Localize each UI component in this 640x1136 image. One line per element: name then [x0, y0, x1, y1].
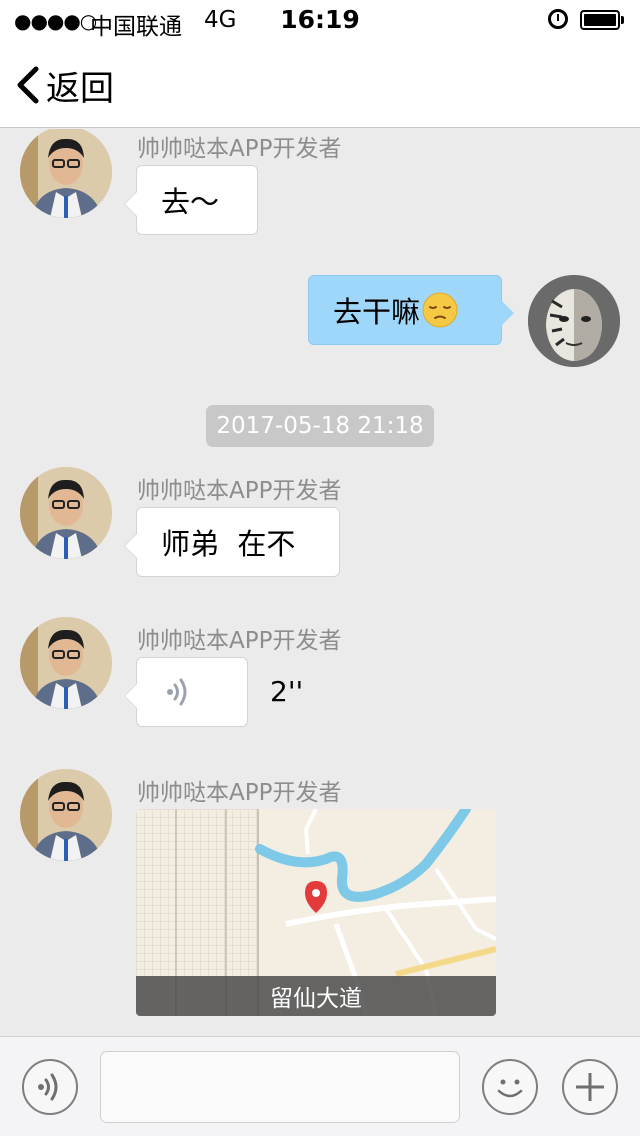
avatar-photo — [20, 467, 112, 559]
voice-input-icon — [38, 1073, 58, 1101]
voice-wave-icon — [167, 678, 187, 706]
smiley-icon — [497, 1079, 523, 1098]
message-text: 去干嘛 — [333, 295, 421, 329]
location-caption: 留仙大道 — [136, 976, 496, 1016]
voice-input-button[interactable] — [22, 1059, 78, 1115]
message-bubble[interactable]: 去干嘛 — [308, 275, 514, 345]
message-bubble[interactable]: 去～ — [124, 165, 258, 235]
avatar-photo — [528, 275, 620, 367]
location-map-card[interactable]: 留仙大道 — [136, 809, 496, 1016]
message-text: 去～ — [161, 185, 220, 219]
voice-duration: 2'' — [270, 675, 304, 708]
status-time: 16:19 — [280, 5, 360, 34]
sender-name: 帅帅哒本APP开发者 — [137, 628, 342, 654]
sender-avatar[interactable] — [20, 129, 112, 218]
back-button[interactable]: 返回 — [14, 60, 114, 110]
sender-name: 帅帅哒本APP开发者 — [137, 780, 342, 806]
message-bubble[interactable]: 师弟 在不 — [124, 507, 340, 577]
nav-bar: 返回 — [0, 40, 640, 128]
my-avatar[interactable] — [528, 275, 620, 367]
alarm-icon — [548, 9, 568, 29]
emoji-button[interactable] — [482, 1059, 538, 1115]
avatar-photo — [20, 129, 112, 218]
voice-message-bubble[interactable] — [124, 657, 248, 727]
message-list[interactable]: 帅帅哒本APP开发者 去～ 去干嘛 2017-05-18 21:18 帅帅哒本A… — [0, 129, 640, 1036]
sender-avatar[interactable] — [20, 467, 112, 559]
chevron-left-icon — [17, 66, 39, 104]
plus-icon — [576, 1073, 604, 1101]
location-name: 留仙大道 — [270, 986, 362, 1012]
pensive-face-icon — [422, 292, 458, 328]
timestamp-badge: 2017-05-18 21:18 — [206, 405, 434, 447]
sender-name: 帅帅哒本APP开发者 — [137, 136, 342, 162]
sender-name: 帅帅哒本APP开发者 — [137, 478, 342, 504]
battery-level — [584, 14, 616, 26]
back-label: 返回 — [46, 68, 114, 109]
message-input[interactable] — [100, 1051, 460, 1123]
sender-avatar[interactable] — [20, 769, 112, 861]
message-text: 师弟 在不 — [161, 527, 296, 561]
battery-cap — [621, 16, 624, 24]
more-button[interactable] — [562, 1059, 618, 1115]
battery-icon — [580, 10, 620, 30]
status-bar: ●●●●○ 中国联通 4G 16:19 — [0, 0, 640, 40]
timestamp-text: 2017-05-18 21:18 — [216, 413, 424, 439]
sender-avatar[interactable] — [20, 617, 112, 709]
avatar-photo — [20, 769, 112, 861]
input-toolbar — [0, 1036, 640, 1136]
avatar-photo — [20, 617, 112, 709]
